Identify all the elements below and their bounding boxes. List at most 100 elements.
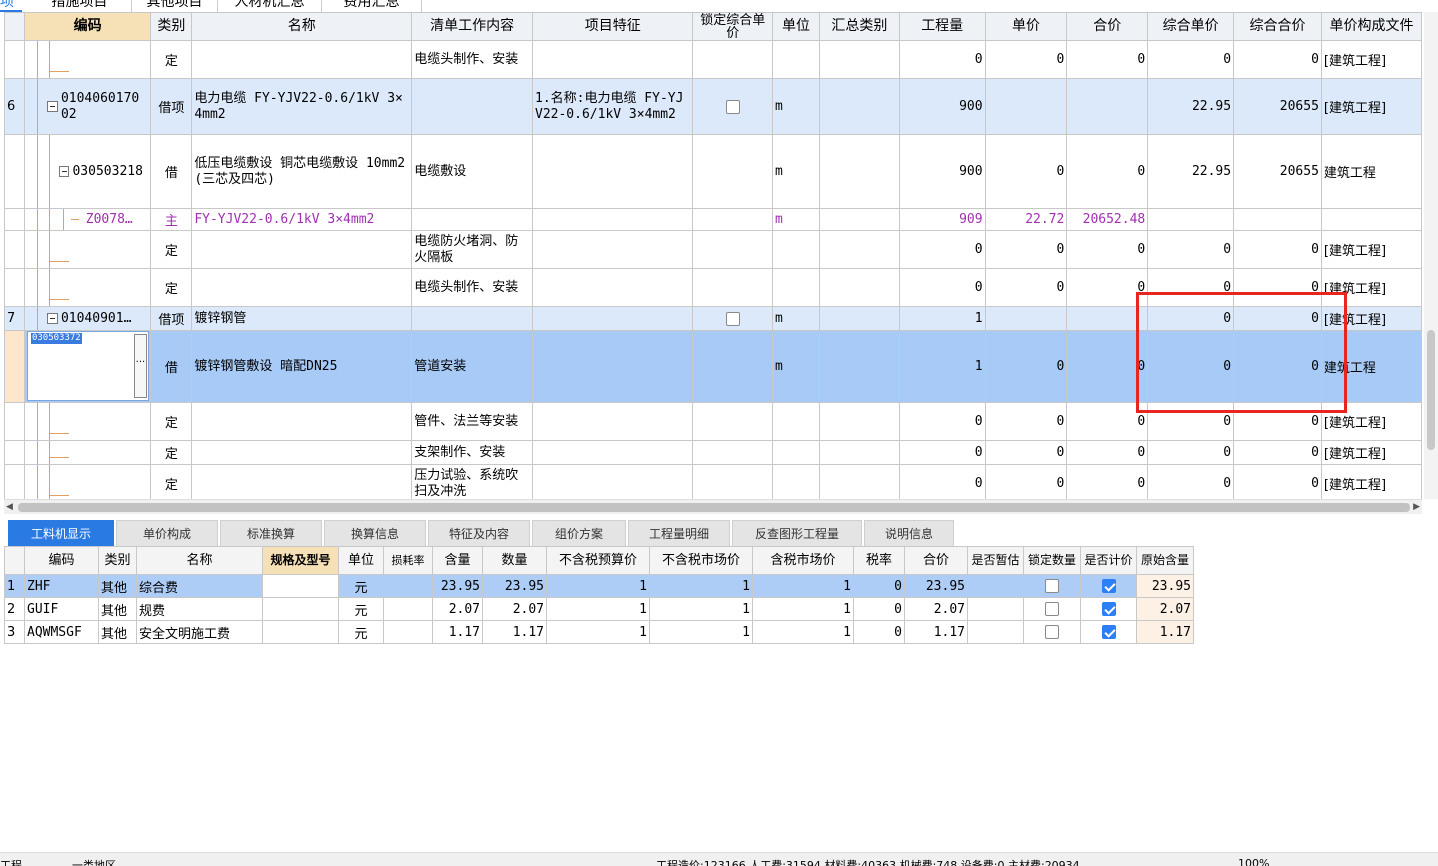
tab-description[interactable]: 说明信息 bbox=[864, 520, 954, 546]
rcell-content[interactable]: 2.07 bbox=[432, 597, 483, 621]
row-index[interactable] bbox=[4, 208, 25, 231]
cell-utotal[interactable]: 0 bbox=[1233, 230, 1322, 269]
cell-cat[interactable]: 借项 bbox=[150, 306, 193, 331]
rcell-content[interactable]: 1.17 bbox=[432, 620, 483, 644]
tab-conversion-info[interactable]: 换算信息 bbox=[324, 520, 426, 546]
row-index[interactable] bbox=[4, 464, 25, 499]
cell-unit[interactable]: m bbox=[772, 330, 820, 403]
cell-file[interactable]: [建筑工程] bbox=[1320, 440, 1422, 465]
cell-qty[interactable]: 0 bbox=[898, 40, 986, 79]
header-unit-price[interactable]: 单价 bbox=[984, 12, 1068, 41]
rcell-cat[interactable]: 其他 bbox=[98, 574, 137, 598]
tab-price-composition[interactable]: 单价构成 bbox=[116, 520, 218, 546]
rcell-unit[interactable]: 元 bbox=[338, 574, 384, 598]
row-sub-cable-laying[interactable]: 030503218 借低压电缆敷设 铜芯电缆敷设 10mm2(三芯及四芯) 电缆敷设… bbox=[4, 134, 1422, 209]
rcell-spec[interactable] bbox=[262, 620, 339, 644]
rcell-p3[interactable]: 1 bbox=[752, 620, 854, 644]
cell-price[interactable] bbox=[984, 78, 1068, 135]
cell-utotal[interactable] bbox=[1233, 208, 1322, 231]
resource-row[interactable]: 1 ZHF 其他 综合费元 23.95 23.95 1 1 1 0 23.95 23.95 bbox=[4, 574, 1194, 598]
cell-work[interactable] bbox=[411, 208, 533, 231]
rheader-market-price[interactable]: 不含税市场价 bbox=[649, 546, 753, 575]
cell-price[interactable]: 0 bbox=[984, 268, 1068, 307]
rcell-code[interactable]: AQWMSGF bbox=[24, 620, 99, 644]
rcell-orig[interactable]: 23.95 bbox=[1136, 574, 1194, 598]
cell-qty[interactable]: 0 bbox=[898, 402, 986, 441]
cell-uprice[interactable]: 0 bbox=[1147, 40, 1235, 79]
row-item-6[interactable]: 6 010406017002 借项 电力电缆 FY-YJV22-0.6/1kV 3×4… bbox=[4, 78, 1422, 135]
cell-lock[interactable] bbox=[692, 230, 774, 269]
rcell-spec[interactable] bbox=[262, 574, 339, 598]
rcell-p1[interactable]: 1 bbox=[546, 597, 650, 621]
rcell-name[interactable]: 安全文明施工费 bbox=[136, 620, 263, 644]
tab-reverse-graphic-qty[interactable]: 反查图形工程量 bbox=[732, 520, 862, 546]
rcell-p3[interactable]: 1 bbox=[752, 597, 854, 621]
cell-lock[interactable] bbox=[692, 208, 774, 231]
cell-unit[interactable] bbox=[772, 464, 820, 499]
cell-code[interactable]: 010406017002 bbox=[23, 78, 152, 135]
cell-total[interactable]: 0 bbox=[1066, 440, 1149, 465]
cell-total[interactable]: 0 bbox=[1066, 464, 1149, 499]
cell-sumcat[interactable] bbox=[818, 402, 900, 441]
cell-qty[interactable]: 0 bbox=[898, 440, 986, 465]
rheader-orig-content[interactable]: 原始含量 bbox=[1136, 546, 1194, 575]
unchecked-checkbox[interactable] bbox=[1045, 579, 1059, 593]
cell-lock[interactable] bbox=[692, 40, 774, 79]
cell-work[interactable]: 支架制作、安装 bbox=[411, 440, 533, 465]
rcell-priced[interactable] bbox=[1080, 574, 1137, 598]
cell-cat[interactable]: 定 bbox=[150, 268, 193, 307]
cell-qty[interactable]: 0 bbox=[898, 464, 986, 499]
cell-sumcat[interactable] bbox=[818, 268, 900, 307]
cell-name[interactable]: 低压电缆敷设 铜芯电缆敷设 10mm2(三芯及四芯) bbox=[191, 134, 413, 209]
cell-uprice[interactable]: 22.95 bbox=[1147, 134, 1235, 209]
rcell-qty[interactable]: 1.17 bbox=[482, 620, 547, 644]
cell-sumcat[interactable] bbox=[818, 208, 900, 231]
rheader-loss[interactable]: 损耗率 bbox=[383, 546, 433, 575]
cell-utotal[interactable]: 0 bbox=[1233, 440, 1322, 465]
cell-feat[interactable] bbox=[531, 134, 694, 209]
cell-work[interactable]: 电缆敷设 bbox=[411, 134, 533, 209]
cell-qty[interactable]: 909 bbox=[898, 208, 986, 231]
tab-features-content[interactable]: 特征及内容 bbox=[428, 520, 530, 546]
cell-lock[interactable] bbox=[692, 440, 774, 465]
rcell-cat[interactable]: 其他 bbox=[98, 597, 137, 621]
header-composite-price[interactable]: 综合单价 bbox=[1147, 12, 1235, 41]
cell-lock[interactable] bbox=[692, 330, 774, 403]
rheader-spec[interactable]: 规格及型号 bbox=[262, 546, 339, 575]
cell-name[interactable] bbox=[191, 464, 413, 499]
cell-unit[interactable] bbox=[772, 440, 820, 465]
rheader-category[interactable]: 类别 bbox=[98, 546, 137, 575]
cell-feat[interactable] bbox=[531, 440, 694, 465]
cell-work[interactable]: 压力试验、系统吹扫及冲洗 bbox=[411, 464, 533, 499]
rcell-p2[interactable]: 1 bbox=[649, 597, 753, 621]
header-quantity[interactable]: 工程量 bbox=[898, 12, 986, 41]
cell-lock[interactable] bbox=[692, 78, 774, 135]
cell-price[interactable]: 0 bbox=[984, 230, 1068, 269]
cell-file[interactable]: [建筑工程] bbox=[1320, 464, 1422, 499]
cell-file[interactable] bbox=[1320, 208, 1422, 231]
cell-utotal[interactable]: 0 bbox=[1233, 40, 1322, 79]
cell-uprice[interactable] bbox=[1147, 208, 1235, 231]
cell-unit[interactable]: m bbox=[772, 208, 820, 231]
cell-qty[interactable]: 1 bbox=[898, 330, 986, 403]
cell-lock[interactable] bbox=[692, 306, 774, 331]
cell-cat[interactable]: 借 bbox=[150, 330, 193, 403]
rcell-total[interactable]: 23.95 bbox=[904, 574, 968, 598]
cell-uprice[interactable]: 0 bbox=[1147, 464, 1235, 499]
cell-work[interactable]: 电缆防火堵洞、防火隔板 bbox=[411, 230, 533, 269]
cell-file[interactable]: [建筑工程] bbox=[1320, 230, 1422, 269]
checked-checkbox[interactable] bbox=[1101, 579, 1116, 593]
cell-cat[interactable]: 定 bbox=[150, 230, 193, 269]
tab-standard-conversion[interactable]: 标准换算 bbox=[220, 520, 322, 546]
cell-total[interactable]: 0 bbox=[1066, 134, 1149, 209]
cell-name[interactable] bbox=[191, 402, 413, 441]
cell-sumcat[interactable] bbox=[818, 464, 900, 499]
unchecked-checkbox[interactable] bbox=[1045, 602, 1059, 616]
cell-code[interactable] bbox=[23, 402, 152, 441]
row-index[interactable] bbox=[4, 134, 25, 209]
cell-code[interactable] bbox=[23, 40, 152, 79]
rheader-name[interactable]: 名称 bbox=[136, 546, 263, 575]
cell-uprice[interactable]: 22.95 bbox=[1147, 78, 1235, 135]
row-index[interactable] bbox=[4, 230, 25, 269]
cell-sumcat[interactable] bbox=[818, 78, 900, 135]
